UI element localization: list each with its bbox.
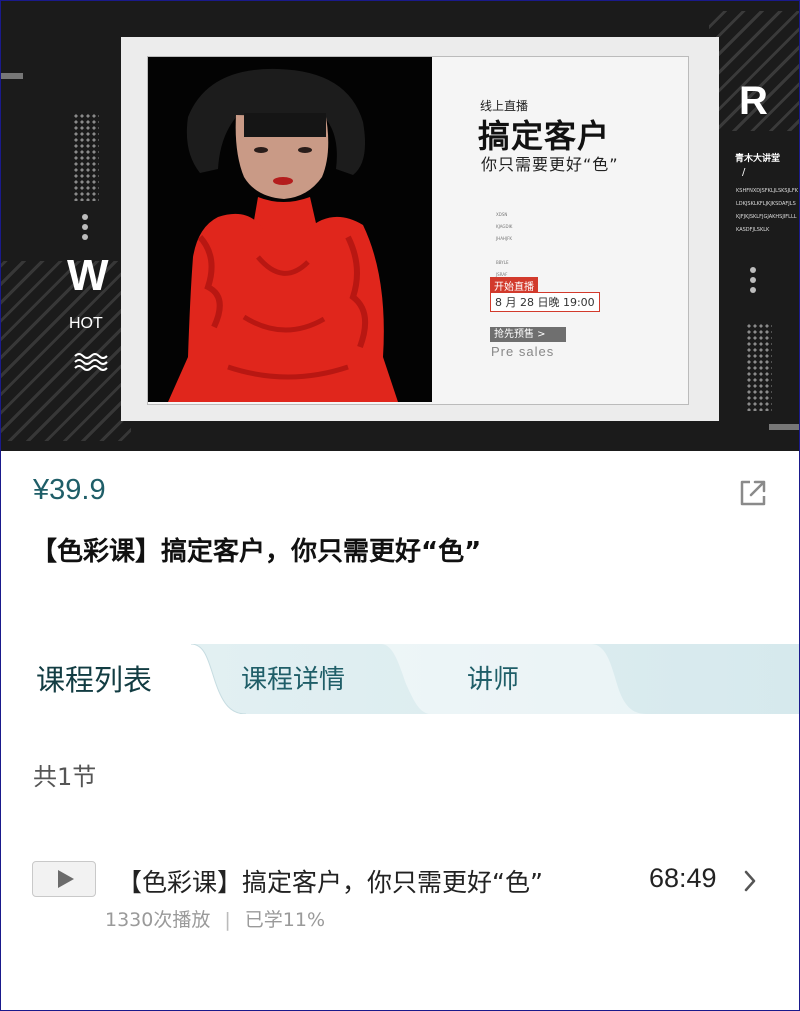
- course-price: ¥39.9: [33, 474, 106, 506]
- lesson-count: 共1节: [33, 763, 97, 791]
- presale-button[interactable]: 抢先预售 >: [490, 327, 566, 342]
- vertical-dots: [750, 267, 756, 293]
- chevron-right-icon[interactable]: [743, 869, 757, 893]
- course-title: 【色彩课】搞定客户，你只需更好“色”: [31, 537, 482, 567]
- banner-letter-w: W: [67, 251, 109, 300]
- lesson-progress: 已学11%: [244, 909, 325, 931]
- fine-print-line: [496, 245, 512, 257]
- model-photo: [148, 57, 432, 402]
- brand-name: 青木大讲堂: [735, 154, 781, 164]
- vertical-dots: [82, 214, 88, 240]
- lesson-meta: 1330次播放 | 已学11%: [105, 905, 325, 932]
- share-icon[interactable]: [738, 478, 768, 508]
- meta-separator: |: [224, 909, 231, 931]
- hot-label: HOT: [69, 315, 103, 332]
- decorative-bar: [769, 424, 799, 430]
- fine-print-line: JHAHJFK: [496, 236, 513, 241]
- play-icon[interactable]: [32, 861, 96, 897]
- lesson-duration: 68:49: [649, 863, 717, 893]
- banner-letter-r: R: [739, 79, 768, 123]
- course-banner[interactable]: W HOT R 青木大讲堂 / KSHFNXDJSFKLJLSKSJLFKLDK…: [1, 1, 799, 451]
- fine-print-line: XDSN: [496, 212, 508, 217]
- presale-subtitle: Pre sales: [491, 344, 555, 359]
- tab-bar: 课程列表 课程详情 讲师: [1, 644, 799, 714]
- lesson-title: 【色彩课】搞定客户，你只需更好“色”: [117, 868, 543, 897]
- dot-grid: [746, 323, 772, 411]
- lesson-plays: 1330次播放: [105, 909, 211, 931]
- dot-grid: [73, 113, 99, 201]
- poster-subline: 你只需要更好“色”: [481, 155, 619, 174]
- model-illustration: [148, 57, 432, 402]
- tab-course-list[interactable]: 课程列表: [36, 644, 152, 714]
- lesson-row[interactable]: 【色彩课】搞定客户，你只需更好“色” 68:49 1330次播放 | 已学11%: [1, 851, 799, 931]
- live-date: 8 月 28 日晚 19:00: [490, 292, 600, 312]
- tab-course-details[interactable]: 课程详情: [241, 644, 345, 714]
- waves-icon: [74, 353, 108, 371]
- fine-print-line: BBYLE: [496, 260, 509, 265]
- tab-lecturer[interactable]: 讲师: [467, 644, 519, 714]
- fine-print-line: KJAGDIK: [496, 224, 513, 229]
- brand-small-text: KSHFNXDJSFKLJLSKSJLFKLDKJSKLKFLJKJKSDAFJ…: [736, 188, 798, 233]
- brand-slash: /: [742, 167, 746, 178]
- page-frame: W HOT R 青木大讲堂 / KSHFNXDJSFKLJLSKSJLFKLDK…: [0, 0, 800, 1011]
- poster-fine-print: XDSN KJAGDIK JHAHJFK BBYLE JSRAF: [496, 209, 512, 281]
- decorative-bar: [1, 73, 23, 79]
